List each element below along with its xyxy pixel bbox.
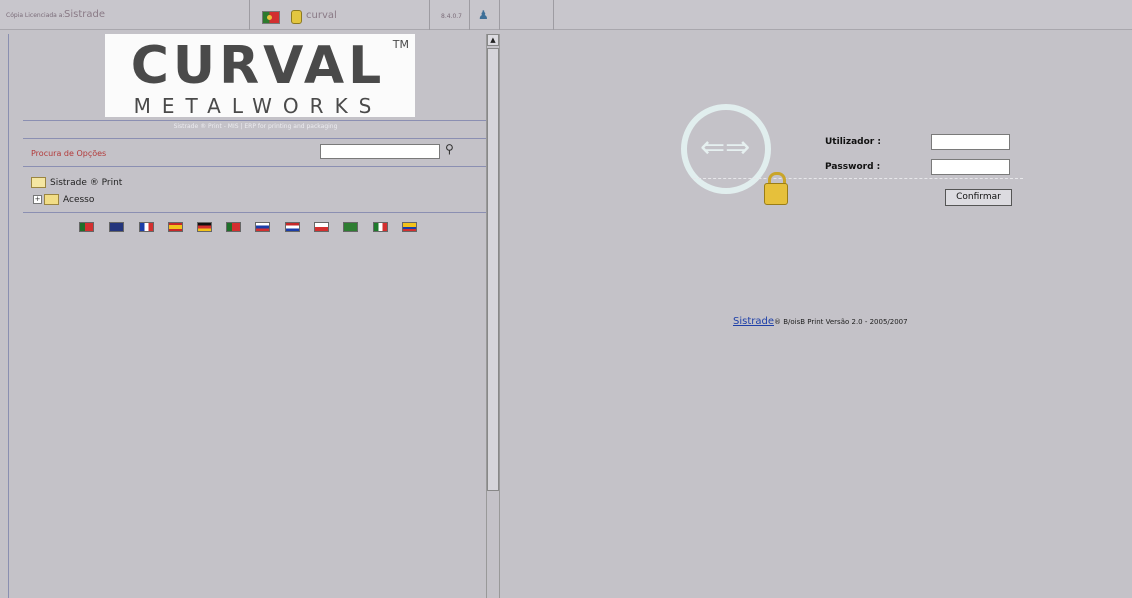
padlock-icon: [764, 183, 788, 205]
product-tagline: Sistrade ® Print - MIS | ERP for printin…: [173, 123, 338, 130]
flag-pt2-icon[interactable]: [226, 222, 241, 232]
flag-uk-icon[interactable]: [109, 222, 124, 232]
folder-icon: [44, 194, 59, 205]
flag-sa-icon[interactable]: [343, 222, 358, 232]
password-field[interactable]: [931, 159, 1010, 175]
flag-pt-icon[interactable]: [79, 222, 94, 232]
username-field[interactable]: [931, 134, 1010, 150]
flag-si-icon[interactable]: [255, 222, 270, 232]
divider: [23, 120, 488, 121]
flag-it-icon[interactable]: [373, 222, 388, 232]
company-logo: CURVAL TM METALWORKS: [105, 34, 415, 118]
database-icon: [291, 10, 302, 24]
top-bar: Cópia Licenciada a: Sistrade curval 8.4.…: [0, 0, 1132, 30]
scroll-up-icon[interactable]: ▲: [487, 34, 499, 46]
flag-fr-icon[interactable]: [139, 222, 154, 232]
licensed-name: Sistrade: [64, 9, 105, 20]
flag-pl-icon[interactable]: [314, 222, 329, 232]
tree-root-label: Sistrade ® Print: [50, 178, 123, 188]
sistrade-link[interactable]: Sistrade: [733, 316, 774, 327]
scroll-thumb[interactable]: [487, 48, 499, 491]
search-input[interactable]: [320, 144, 440, 159]
confirm-button[interactable]: Confirmar: [945, 189, 1012, 206]
flag-nl-icon[interactable]: [285, 222, 300, 232]
scrollbar[interactable]: ▲: [486, 34, 500, 598]
logo-subtitle: METALWORKS: [133, 94, 383, 118]
footer-text: ® B/oisB Print Versão 2.0 - 2005/2007: [774, 318, 908, 326]
version-label: 8.4.0.7: [441, 13, 462, 20]
divider: [23, 212, 488, 213]
database-name: curval: [306, 10, 337, 21]
left-panel: CURVAL TM METALWORKS Sistrade ® Print - …: [8, 34, 489, 598]
extra-cell: [500, 0, 554, 30]
logo-wordmark: CURVAL: [130, 36, 386, 96]
folder-open-icon: [31, 177, 46, 188]
tree-item-acesso[interactable]: + Acesso: [33, 194, 94, 205]
language-flag-icon[interactable]: [262, 11, 280, 24]
password-label: Password :: [825, 162, 881, 172]
exchange-arrows-icon: ⇐⇒: [700, 130, 751, 165]
footer-note: Sistrade® B/oisB Print Versão 2.0 - 2005…: [733, 316, 908, 327]
divider: [23, 138, 488, 139]
tree-item-label: Acesso: [63, 195, 95, 205]
divider: [23, 166, 488, 167]
search-icon[interactable]: ⚲: [445, 142, 454, 156]
flag-de-icon[interactable]: [197, 222, 212, 232]
logo-trademark: TM: [392, 38, 409, 51]
user-icon[interactable]: ♟: [478, 8, 489, 22]
username-label: Utilizador :: [825, 137, 881, 147]
flag-ec-icon[interactable]: [402, 222, 417, 232]
flag-es-icon[interactable]: [168, 222, 183, 232]
search-label: Procura de Opções: [31, 149, 107, 158]
licensed-label: Cópia Licenciada a:: [6, 12, 65, 19]
expand-icon[interactable]: +: [33, 195, 42, 204]
divider: [693, 178, 1023, 179]
tree-root[interactable]: Sistrade ® Print: [31, 177, 122, 188]
